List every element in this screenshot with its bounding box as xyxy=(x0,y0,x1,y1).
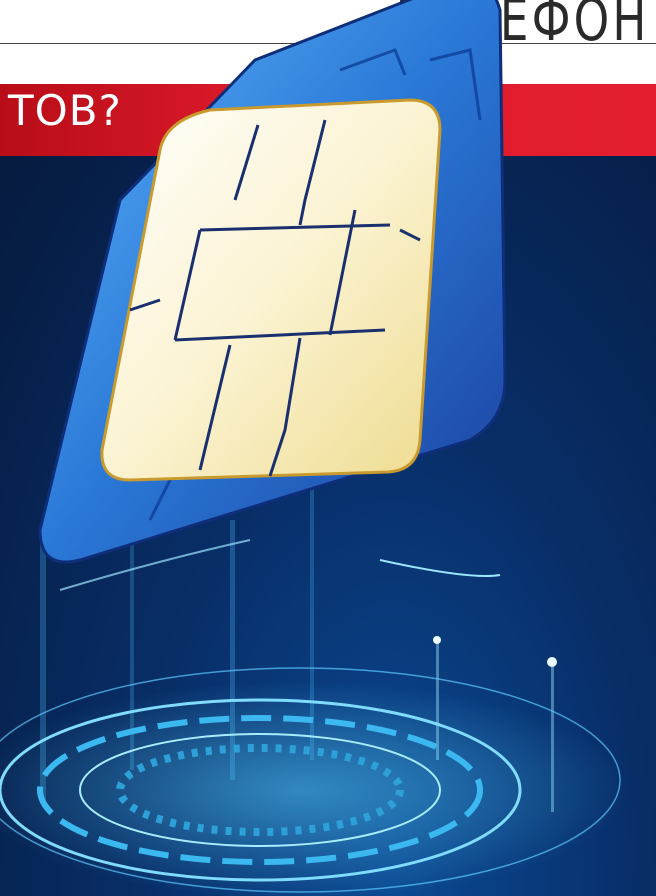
sim-chip xyxy=(100,98,442,482)
hologram-rings xyxy=(0,539,630,896)
sim-card-illustration xyxy=(0,0,630,896)
magazine-page: ТЕЛЕФОН ТОВ? xyxy=(0,0,656,896)
